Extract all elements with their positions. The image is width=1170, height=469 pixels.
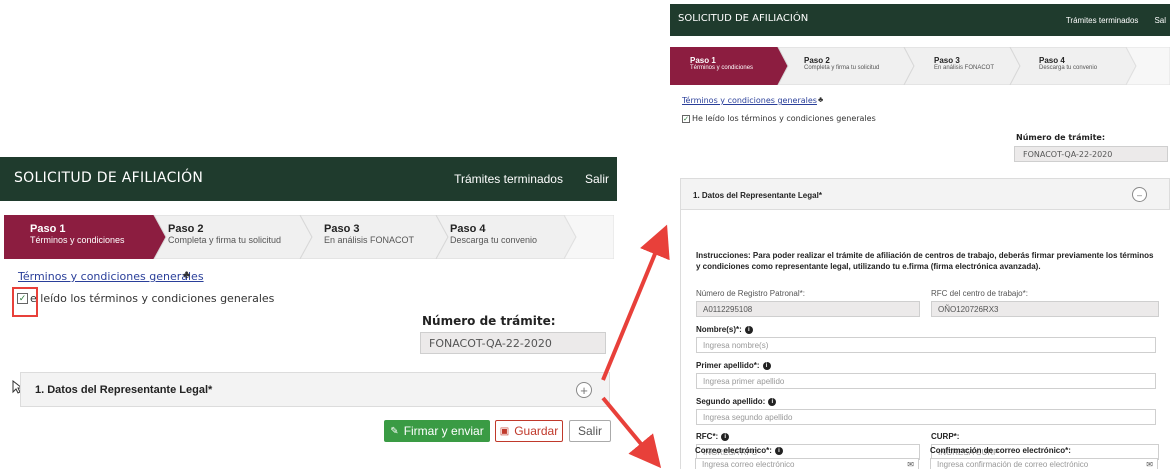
right-tramite-field: FONACOT-QA-22-2020	[1014, 146, 1168, 162]
left-terms-checkbox-row[interactable]: ✓ e leído los términos y condiciones gen…	[17, 292, 274, 305]
info-icon[interactable]: i	[762, 361, 771, 370]
envelope-icon: ✉	[907, 460, 914, 469]
apellido2-label: Segundo apellido: i	[696, 397, 777, 406]
correo-input[interactable]: Ingresa correo electrónico ✉	[695, 458, 919, 469]
left-app-header: SOLICITUD DE AFILIACIÓN Trámites termina…	[0, 157, 617, 201]
left-terms-icon: ♣	[183, 269, 191, 281]
left-step-4[interactable]: Paso 4 Descarga tu convenio	[450, 223, 537, 245]
info-icon[interactable]: i	[744, 325, 753, 334]
apellido2-input[interactable]: Ingresa segundo apellido	[696, 409, 1156, 425]
confirmacion-input[interactable]: Ingresa confirmación de correo electróni…	[930, 458, 1158, 469]
left-step-1[interactable]: Paso 1 Términos y condiciones	[30, 223, 125, 245]
rfc-label: RFC*: i	[696, 432, 730, 441]
right-terms-icon: ♣	[818, 95, 824, 104]
registro-label: Número de Registro Patronal*:	[696, 289, 805, 298]
left-stepper: Paso 1 Términos y condiciones Paso 2 Com…	[4, 215, 614, 259]
right-tramite-label: Número de trámite:	[1016, 133, 1106, 142]
right-step-2[interactable]: Paso 2 Completa y firma tu solicitud	[804, 56, 879, 71]
right-collapse-icon[interactable]: –	[1132, 187, 1147, 202]
right-stepper: Paso 1 Términos y condiciones Paso 2 Com…	[670, 47, 1170, 85]
right-step-3[interactable]: Paso 3 En análisis FONACOT	[934, 56, 994, 71]
right-step-4[interactable]: Paso 4 Descarga tu convenio	[1039, 56, 1097, 71]
left-step-3[interactable]: Paso 3 En análisis FONACOT	[324, 223, 414, 245]
guardar-button[interactable]: ▣ Guardar	[495, 420, 563, 442]
save-icon: ▣	[499, 425, 510, 437]
right-header-title: SOLICITUD DE AFILIACIÓN	[678, 13, 809, 24]
correo-label: Correo electrónico*: i	[695, 446, 783, 455]
right-salir-link[interactable]: Sal	[1154, 16, 1166, 25]
right-app-header: SOLICITUD DE AFILIACIÓN Trámites termina…	[670, 4, 1170, 36]
right-terms-checkbox-row[interactable]: ✓ He leído los términos y condiciones ge…	[682, 114, 876, 123]
left-checkbox-highlight	[12, 287, 38, 317]
firmar-enviar-button[interactable]: ✎ Firmar y enviar	[384, 420, 490, 442]
apellido1-input[interactable]: Ingresa primer apellido	[696, 373, 1156, 389]
envelope-icon: ✉	[1146, 460, 1153, 469]
right-section-panel[interactable]: 1. Datos del Representante Legal* –	[680, 178, 1170, 210]
right-tramites-link[interactable]: Trámites terminados	[1066, 16, 1139, 25]
instructions-text: Instrucciones: Para poder realizar el tr…	[696, 251, 1154, 271]
rfc-centro-field: OÑO120726RX3	[931, 301, 1159, 317]
left-terms-checkbox-label: e leído los términos y condiciones gener…	[30, 292, 275, 305]
right-section-title: 1. Datos del Representante Legal*	[693, 191, 822, 200]
registro-field: A0112295108	[696, 301, 920, 317]
apellido1-label: Primer apellido*: i	[696, 361, 771, 370]
left-tramite-field: FONACOT-QA-22-2020	[420, 332, 606, 354]
info-icon[interactable]: i	[721, 432, 730, 441]
edit-icon: ✎	[390, 425, 399, 437]
right-terms-checkbox[interactable]: ✓	[682, 114, 690, 123]
nombre-label: Nombre(s)*: i	[696, 325, 753, 334]
nombre-input[interactable]: Ingresa nombre(s)	[696, 337, 1156, 353]
right-step-1[interactable]: Paso 1 Términos y condiciones	[690, 56, 753, 71]
salir-button[interactable]: Salir	[569, 420, 611, 442]
curp-label: CURP*:	[931, 432, 960, 441]
right-terms-link[interactable]: Términos y condiciones generales	[682, 96, 817, 105]
left-header-title: SOLICITUD DE AFILIACIÓN	[14, 170, 204, 186]
left-tramite-label: Número de trámite:	[422, 314, 556, 328]
right-form-body: Instrucciones: Para poder realizar el tr…	[680, 210, 1170, 469]
left-tramites-link[interactable]: Trámites terminados	[454, 172, 563, 186]
left-step-2[interactable]: Paso 2 Completa y firma tu solicitud	[168, 223, 281, 245]
left-terms-link[interactable]: Términos y condiciones generales	[18, 270, 204, 283]
left-salir-link[interactable]: Salir	[585, 172, 609, 186]
right-terms-checkbox-label: He leído los términos y condiciones gene…	[692, 114, 876, 123]
rfc-centro-label: RFC del centro de trabajo*:	[931, 289, 1028, 298]
info-icon[interactable]: i	[774, 446, 783, 455]
left-section-title: 1. Datos del Representante Legal*	[35, 384, 213, 396]
info-icon[interactable]: i	[768, 397, 777, 406]
confirmacion-label: Confirmación de correo electrónico*:	[930, 446, 1071, 455]
left-section-panel[interactable]: 1. Datos del Representante Legal* +	[20, 372, 610, 407]
left-expand-icon[interactable]: +	[576, 382, 592, 398]
